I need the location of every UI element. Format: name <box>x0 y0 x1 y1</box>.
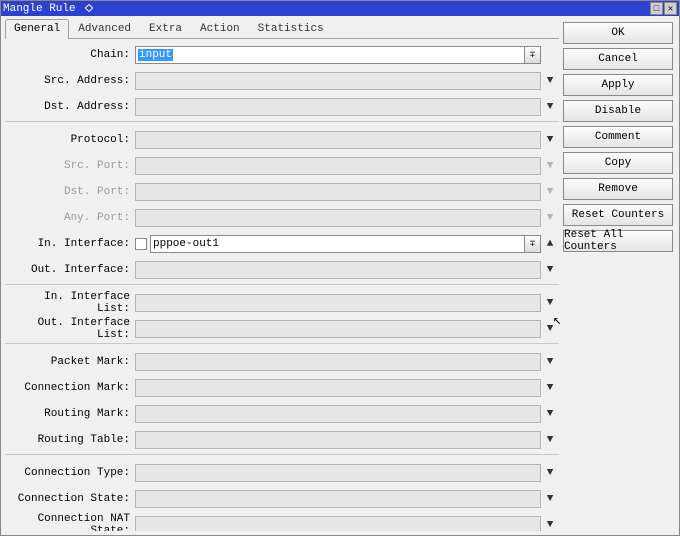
in-interface-label: In. Interface: <box>5 238 135 250</box>
connection-nat-state-input[interactable] <box>135 516 541 532</box>
copy-button[interactable]: Copy <box>563 152 673 174</box>
protocol-expand-icon[interactable]: ▼ <box>541 134 559 146</box>
apply-button[interactable]: Apply <box>563 74 673 96</box>
dst-port-input <box>135 183 541 201</box>
any-port-expand-icon: ▼ <box>541 212 559 224</box>
src-address-input[interactable] <box>135 72 541 90</box>
src-address-label: Src. Address: <box>5 75 135 87</box>
connection-state-label: Connection State: <box>5 493 135 505</box>
dst-address-expand-icon[interactable]: ▼ <box>541 101 559 113</box>
out-interface-label: Out. Interface: <box>5 264 135 276</box>
connection-nat-state-label: Connection NAT State: <box>5 513 135 532</box>
src-address-expand-icon[interactable]: ▼ <box>541 75 559 87</box>
in-interface-dropdown-icon[interactable]: ∓ <box>524 236 540 252</box>
connection-state-input[interactable] <box>135 490 541 508</box>
tab-action[interactable]: Action <box>191 19 249 38</box>
routing-mark-input[interactable] <box>135 405 541 423</box>
tab-statistics[interactable]: Statistics <box>249 19 333 38</box>
dst-address-input[interactable] <box>135 98 541 116</box>
tab-extra[interactable]: Extra <box>140 19 191 38</box>
remove-button[interactable]: Remove <box>563 178 673 200</box>
connection-mark-label: Connection Mark: <box>5 382 135 394</box>
chain-dropdown-icon[interactable]: ∓ <box>524 47 540 63</box>
reset-counters-button[interactable]: Reset Counters <box>563 204 673 226</box>
chain-input[interactable]: input∓ <box>135 46 541 64</box>
in-interface-input[interactable]: pppoe-out1∓ <box>150 235 541 253</box>
minimize-button[interactable]: □ <box>650 2 663 15</box>
src-port-input <box>135 157 541 175</box>
disable-button[interactable]: Disable <box>563 100 673 122</box>
connection-mark-expand-icon[interactable]: ▼ <box>541 382 559 394</box>
dst-port-expand-icon: ▼ <box>541 186 559 198</box>
tab-advanced[interactable]: Advanced <box>69 19 140 38</box>
any-port-label: Any. Port: <box>5 212 135 224</box>
form-general: Chain: input∓ Src. Address: ▼ Dst. Addre… <box>5 43 559 531</box>
src-port-expand-icon: ▼ <box>541 160 559 172</box>
out-interface-expand-icon[interactable]: ▼ <box>541 264 559 276</box>
comment-button[interactable]: Comment <box>563 126 673 148</box>
connection-type-label: Connection Type: <box>5 467 135 479</box>
in-interface-collapse-icon[interactable]: ▲ <box>541 238 559 250</box>
reset-all-counters-button[interactable]: Reset All Counters <box>563 230 673 252</box>
routing-table-expand-icon[interactable]: ▼ <box>541 434 559 446</box>
protocol-input[interactable] <box>135 131 541 149</box>
in-interface-list-input[interactable] <box>135 294 541 312</box>
connection-nat-state-expand-icon[interactable]: ▼ <box>541 519 559 531</box>
routing-mark-label: Routing Mark: <box>5 408 135 420</box>
connection-type-input[interactable] <box>135 464 541 482</box>
in-interface-list-label: In. Interface List: <box>5 291 135 315</box>
connection-state-expand-icon[interactable]: ▼ <box>541 493 559 505</box>
in-interface-not-checkbox[interactable] <box>135 238 147 250</box>
titlebar: Mangle Rule □ ✕ <box>1 1 679 16</box>
chain-label: Chain: <box>5 49 135 61</box>
mangle-rule-window: Mangle Rule □ ✕ General Advanced Extra A… <box>0 0 680 536</box>
any-port-input <box>135 209 541 227</box>
cancel-button[interactable]: Cancel <box>563 48 673 70</box>
connection-type-expand-icon[interactable]: ▼ <box>541 467 559 479</box>
in-interface-list-expand-icon[interactable]: ▼ <box>541 297 559 309</box>
window-title: Mangle Rule <box>3 3 649 15</box>
action-buttons: OK Cancel Apply Disable Comment Copy Rem… <box>563 16 679 535</box>
src-port-label: Src. Port: <box>5 160 135 172</box>
tab-bar: General Advanced Extra Action Statistics <box>5 19 559 39</box>
dst-port-label: Dst. Port: <box>5 186 135 198</box>
packet-mark-expand-icon[interactable]: ▼ <box>541 356 559 368</box>
packet-mark-input[interactable] <box>135 353 541 371</box>
connection-mark-input[interactable] <box>135 379 541 397</box>
close-button[interactable]: ✕ <box>664 2 677 15</box>
ok-button[interactable]: OK <box>563 22 673 44</box>
protocol-label: Protocol: <box>5 134 135 146</box>
packet-mark-label: Packet Mark: <box>5 356 135 368</box>
out-interface-input[interactable] <box>135 261 541 279</box>
routing-table-input[interactable] <box>135 431 541 449</box>
dst-address-label: Dst. Address: <box>5 101 135 113</box>
diamond-icon <box>85 3 93 11</box>
tab-general[interactable]: General <box>5 19 69 39</box>
routing-mark-expand-icon[interactable]: ▼ <box>541 408 559 420</box>
out-interface-list-label: Out. Interface List: <box>5 317 135 341</box>
routing-table-label: Routing Table: <box>5 434 135 446</box>
out-interface-list-expand-icon[interactable]: ▼ <box>541 323 559 335</box>
out-interface-list-input[interactable] <box>135 320 541 338</box>
